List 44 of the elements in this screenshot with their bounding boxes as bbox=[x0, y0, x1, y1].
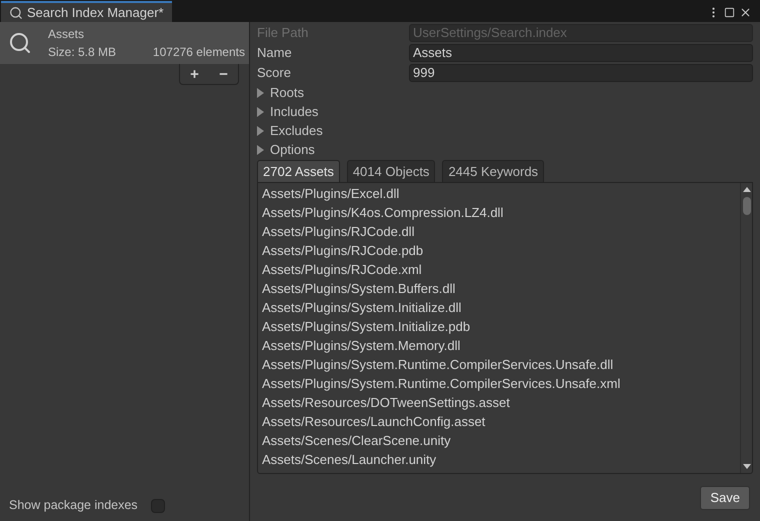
list-item[interactable]: Assets/Scenes/ClearScene.unity bbox=[258, 431, 740, 450]
tab[interactable]: 4014 Objects bbox=[346, 160, 436, 182]
scroll-thumb[interactable] bbox=[742, 197, 750, 215]
list-item[interactable]: Assets/Plugins/RJCode.pdb bbox=[258, 241, 740, 260]
list-item[interactable]: Assets/Plugins/System.Buffers.dll bbox=[258, 279, 740, 298]
search-icon bbox=[8, 31, 32, 55]
list-item[interactable]: Assets/Plugins/System.Initialize.pdb bbox=[258, 317, 740, 336]
list-item[interactable]: Assets/Plugins/System.Memory.dll bbox=[258, 336, 740, 355]
maximize-icon[interactable] bbox=[724, 6, 735, 18]
tab[interactable]: 2445 Keywords bbox=[442, 160, 544, 182]
list-item[interactable]: Assets/Plugins/System.Runtime.CompilerServices.Unsafe.dll bbox=[258, 355, 740, 374]
list-item[interactable]: Assets/Plugins/Excel.dll bbox=[258, 184, 740, 203]
index-name: Assets bbox=[48, 26, 86, 43]
index-size: Size: 5.8 MB bbox=[48, 44, 116, 61]
show-package-label: Show package indexes bbox=[9, 497, 138, 514]
list-item[interactable]: Assets/Plugins/RJCode.xml bbox=[258, 260, 740, 279]
field-label: Score bbox=[257, 64, 292, 82]
text-field[interactable]: 999 bbox=[409, 64, 753, 82]
list-item[interactable]: Assets/Resources/DOTweenSettings.asset bbox=[258, 393, 740, 412]
list-item[interactable]: Assets/Resources/LaunchConfig.asset bbox=[258, 412, 740, 431]
scroll-down-icon[interactable] bbox=[742, 464, 750, 469]
add-button[interactable]: + bbox=[186, 66, 203, 82]
foldout[interactable]: Includes bbox=[257, 102, 753, 121]
foldout[interactable]: Roots bbox=[257, 83, 753, 102]
list-item[interactable]: Assets/Plugins/K4os.Compression.LZ4.dll bbox=[258, 203, 740, 222]
text-field[interactable]: Assets bbox=[409, 44, 753, 62]
scroll-up-icon[interactable] bbox=[742, 187, 750, 192]
field-label: Name bbox=[257, 44, 293, 62]
scrollbar[interactable] bbox=[740, 183, 752, 473]
foldout[interactable]: Excludes bbox=[257, 121, 753, 140]
window-title: Search Index Manager* bbox=[27, 4, 164, 22]
list-item[interactable]: Assets/Plugins/RJCode.dll bbox=[258, 222, 740, 241]
index-elements: 107276 elements bbox=[152, 44, 245, 61]
remove-button[interactable]: − bbox=[215, 66, 232, 82]
list-item[interactable]: Assets/Scenes/Launcher.unity bbox=[258, 450, 740, 469]
close-icon[interactable] bbox=[739, 6, 752, 18]
search-icon bbox=[9, 6, 23, 20]
window-tab[interactable]: Search Index Manager* bbox=[1, 1, 172, 22]
list-item[interactable]: Assets/Plugins/System.Initialize.dll bbox=[258, 298, 740, 317]
tab[interactable]: 2702 Assets bbox=[257, 160, 340, 182]
checkbox[interactable] bbox=[151, 498, 165, 513]
index-item[interactable]: Assets Size: 5.8 MB 107276 elements bbox=[0, 22, 249, 64]
list-item[interactable]: Assets/Plugins/System.Runtime.CompilerServices.Unsafe.xml bbox=[258, 374, 740, 393]
save-button[interactable]: Save bbox=[700, 486, 750, 510]
